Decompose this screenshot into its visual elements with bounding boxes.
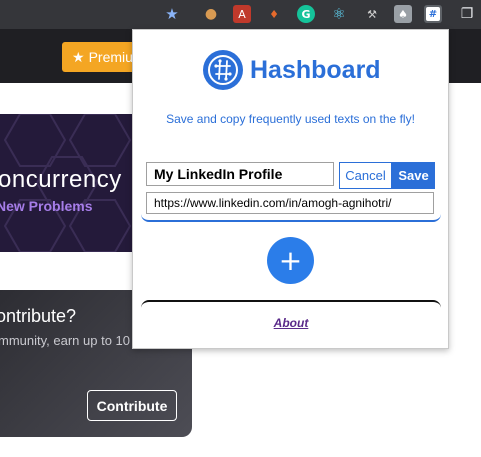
tab-manager-icon[interactable]: ❐ xyxy=(458,5,476,23)
hashboard-extension-icon[interactable]: # xyxy=(424,5,442,23)
hashboard-popup: Hashboard Save and copy frequently used … xyxy=(132,29,449,349)
grammarly-icon[interactable]: G xyxy=(297,5,315,23)
banner-title: oncurrency xyxy=(0,166,122,193)
text-entry-card: Cancel Save xyxy=(141,160,441,222)
contribute-button[interactable]: Contribute xyxy=(87,390,177,421)
entry-value-input[interactable] xyxy=(146,192,434,214)
bookmark-star-icon[interactable]: ★ xyxy=(163,5,181,23)
tools-icon[interactable]: ⚒ xyxy=(363,5,381,23)
hashboard-logo-icon xyxy=(203,50,243,90)
browser-window: ★ ● A ♦ G ⚛ ⚒ ♠ # ❐ ★ Premium oncurrency xyxy=(0,0,481,457)
contribute-title: ontribute? xyxy=(0,306,77,326)
entry-title-input[interactable] xyxy=(146,162,334,186)
course-banner[interactable]: oncurrency New Problems xyxy=(0,114,140,252)
popup-footer: About xyxy=(141,300,441,340)
fire-extension-icon[interactable]: ♦ xyxy=(265,5,283,23)
brand-name: Hashboard xyxy=(250,55,381,84)
brand-header: Hashboard xyxy=(202,49,381,91)
contribute-text: mmunity, earn up to 10 xyxy=(0,333,130,348)
banner-subtitle: New Problems xyxy=(0,198,93,214)
about-link[interactable]: About xyxy=(141,316,441,330)
cancel-button[interactable]: Cancel xyxy=(339,162,392,189)
tagline: Save and copy frequently used texts on t… xyxy=(166,112,415,126)
hashboard-icon: # xyxy=(426,7,440,21)
plus-icon: + xyxy=(278,244,303,277)
save-button[interactable]: Save xyxy=(392,162,435,189)
star-icon: ★ xyxy=(72,48,85,65)
mushroom-extension-icon[interactable]: ♠ xyxy=(394,5,412,23)
cookie-icon[interactable]: ● xyxy=(202,5,220,23)
add-entry-button[interactable]: + xyxy=(267,237,314,284)
pdf-icon[interactable]: A xyxy=(233,5,251,23)
browser-toolbar: ★ ● A ♦ G ⚛ ⚒ ♠ # ❐ xyxy=(0,0,481,29)
react-devtools-icon[interactable]: ⚛ xyxy=(330,5,348,23)
